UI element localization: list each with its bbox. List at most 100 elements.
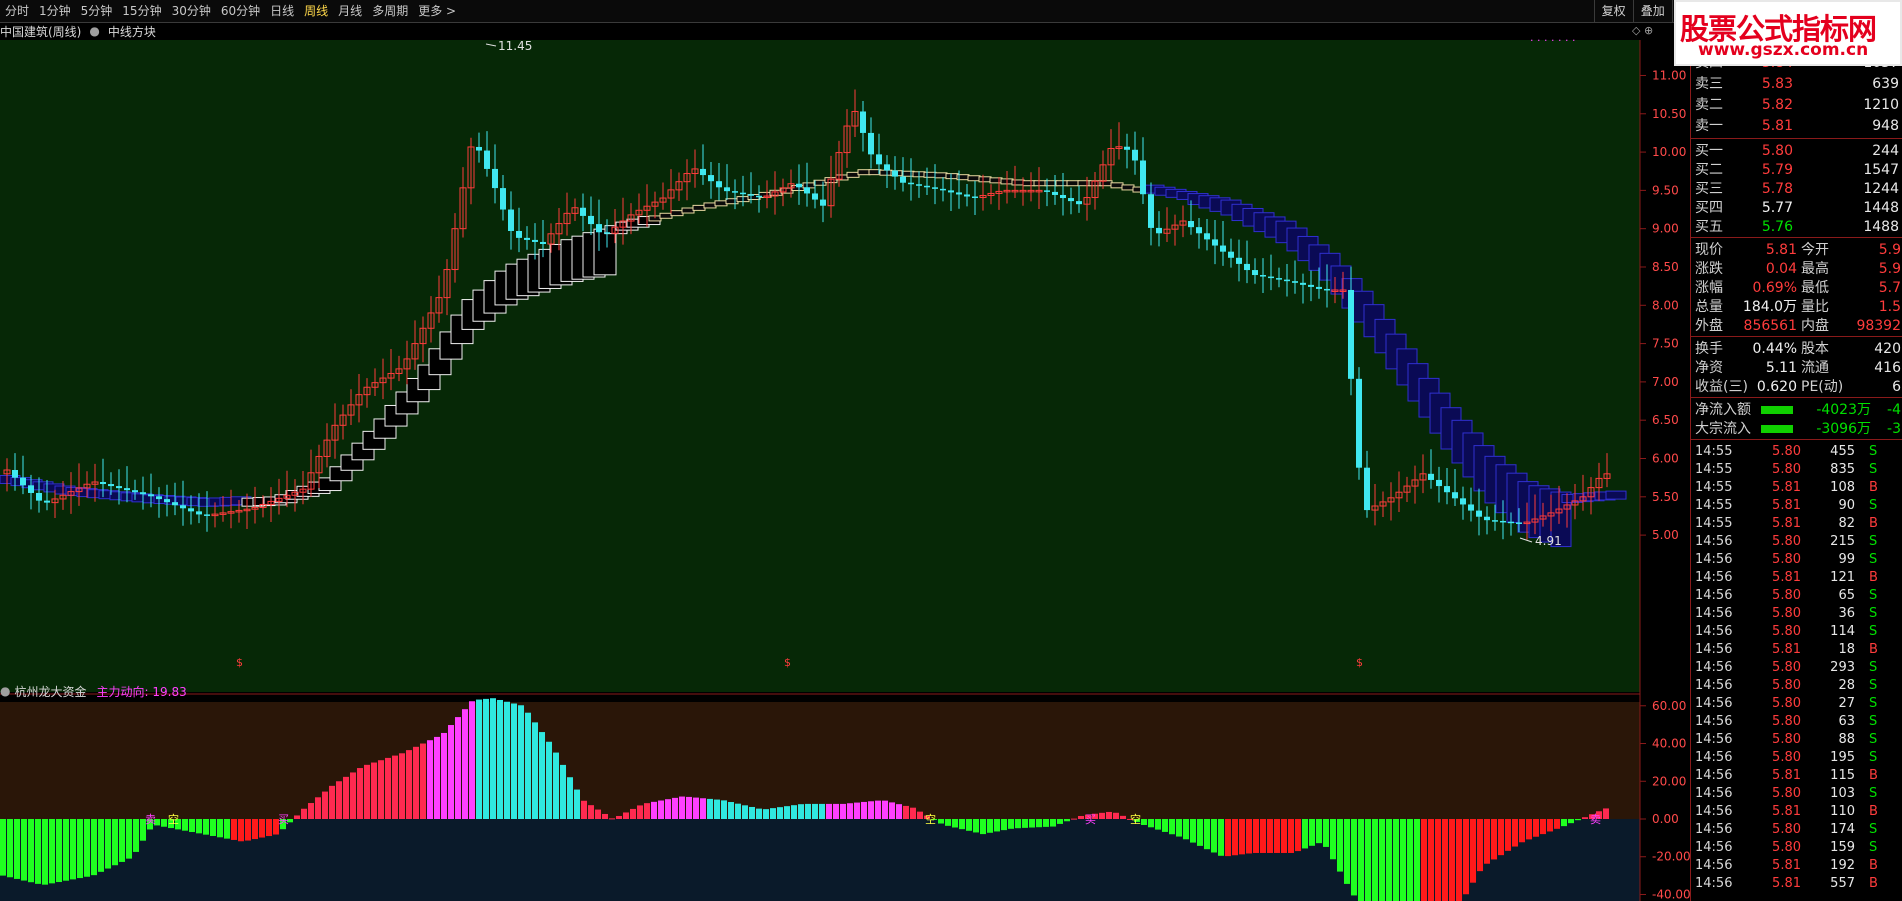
osc-bar — [959, 819, 965, 830]
tick-time: 14:55 — [1695, 462, 1733, 477]
period-tab[interactable]: 1分钟 — [34, 0, 76, 22]
toolbar-button[interactable]: 复权 — [1593, 0, 1633, 22]
logo-url: www.gszx.com.cn — [1698, 40, 1869, 60]
stat-value: 5.9 — [1878, 261, 1901, 277]
period-tab[interactable]: 5分钟 — [76, 0, 118, 22]
tick-time: 14:56 — [1695, 588, 1733, 603]
osc-bar — [651, 801, 657, 819]
tick-price: 5.81 — [1772, 768, 1801, 783]
osc-toggle-icon[interactable]: ● — [0, 684, 10, 698]
osc-bar — [189, 819, 195, 833]
ask-price: 5.83 — [1761, 76, 1793, 92]
candle-body — [1052, 191, 1058, 195]
toolbar-button[interactable]: 叠加 — [1632, 0, 1672, 22]
period-tab[interactable]: 60分钟 — [216, 0, 265, 22]
candle-body — [860, 111, 866, 133]
period-tab[interactable]: 30分钟 — [167, 0, 216, 22]
osc-bar — [1365, 819, 1371, 901]
candle-body — [1284, 279, 1290, 282]
period-tab[interactable]: 周线 — [299, 0, 333, 22]
flow-bar — [1761, 425, 1793, 433]
candle-body — [36, 492, 42, 501]
period-tab[interactable]: 分时 — [0, 0, 34, 22]
ask-row[interactable]: 卖一 5.81 948 — [1691, 117, 1902, 135]
ask-label: 卖三 — [1695, 76, 1723, 92]
candle-body — [796, 183, 802, 188]
osc-bar — [308, 803, 314, 819]
bid-row[interactable]: 买一 5.80 244 — [1691, 142, 1902, 160]
mid-block — [593, 228, 617, 276]
price-tick-label: 8.50 — [1652, 260, 1679, 274]
osc-bar — [805, 803, 811, 819]
tick-volume: 82 — [1838, 516, 1855, 531]
osc-bar — [1204, 819, 1210, 850]
period-tab[interactable]: 日线 — [265, 0, 299, 22]
osc-bar — [1582, 817, 1588, 819]
osc-bar — [1372, 819, 1378, 901]
candle-body — [596, 224, 602, 233]
bid-row[interactable]: 买二 5.79 1547 — [1691, 161, 1902, 179]
tick-direction: S — [1869, 660, 1878, 675]
candle-body — [500, 188, 506, 210]
tick-row: 14:56 5.81 192 B — [1691, 857, 1902, 875]
osc-bar — [203, 819, 209, 835]
ask-row[interactable]: 卖二 5.82 1210 — [1691, 96, 1902, 114]
osc-bar — [854, 802, 860, 819]
quote-panel: 卖四5.841037卖三5.83639卖二5.821210卖一5.81948买一… — [1690, 42, 1902, 901]
osc-bar — [1281, 819, 1287, 853]
osc-bar — [1316, 819, 1322, 844]
osc-bar — [1386, 819, 1392, 901]
candle-body — [156, 496, 162, 500]
osc-bar — [1379, 819, 1385, 901]
candle-body — [12, 469, 18, 478]
stat-row: 收益(三) 0.620 PE(动) 6 — [1691, 378, 1902, 396]
osc-bar — [567, 777, 573, 819]
stat-label: 净资 — [1695, 360, 1723, 376]
tick-time: 14:56 — [1695, 606, 1733, 621]
kline-chart[interactable]: 11.45 4.91 $ $ $ 11.00 10.50 10.00 9.50 9.00 8.50… — [0, 22, 1690, 901]
osc-bar — [490, 698, 496, 819]
bid-row[interactable]: 买五 5.76 1488 — [1691, 218, 1902, 236]
bid-row[interactable]: 买四 5.77 1448 — [1691, 199, 1902, 217]
tick-row: 14:55 5.80 455 S — [1691, 443, 1902, 461]
period-tab[interactable]: 更多 > — [413, 0, 461, 22]
osc-bar — [406, 750, 412, 819]
tick-time: 14:56 — [1695, 876, 1733, 891]
tick-volume: 90 — [1838, 498, 1855, 513]
osc-name[interactable]: 杭州龙大资金 — [14, 683, 86, 700]
period-tab[interactable]: 月线 — [333, 0, 367, 22]
osc-bar — [238, 819, 244, 842]
osc-bar — [1253, 819, 1259, 853]
tick-price: 5.80 — [1772, 552, 1801, 567]
period-tab[interactable]: 15分钟 — [117, 0, 166, 22]
osc-bar — [644, 803, 650, 819]
ask-row[interactable]: 卖三 5.83 639 — [1691, 75, 1902, 93]
osc-bar — [518, 705, 524, 819]
osc-bar — [791, 805, 797, 819]
osc-bar — [1113, 812, 1119, 819]
period-tab[interactable]: 多周期 — [367, 0, 413, 22]
tick-row: 14:56 5.80 195 S — [1691, 749, 1902, 767]
osc-bar — [336, 781, 342, 819]
tick-time: 14:56 — [1695, 624, 1733, 639]
osc-bar — [1561, 819, 1567, 827]
tick-direction: B — [1869, 570, 1878, 585]
candle-body — [1428, 473, 1434, 480]
price-tick-label: 9.50 — [1652, 183, 1679, 197]
candle-body — [1140, 160, 1146, 195]
flow-row: 大宗流入 -3096万 -3 — [1691, 420, 1902, 438]
candle-body — [700, 168, 706, 176]
tick-volume: 115 — [1830, 768, 1855, 783]
bid-price: 5.77 — [1761, 200, 1793, 216]
ask-label: 卖二 — [1695, 97, 1723, 113]
channel-block — [1605, 490, 1627, 500]
candle-body — [972, 196, 978, 199]
price-tick-label: 6.50 — [1652, 413, 1679, 427]
tick-row: 14:56 5.80 27 S — [1691, 695, 1902, 713]
tick-volume: 159 — [1830, 840, 1855, 855]
price-tick-label: 8.00 — [1652, 298, 1679, 312]
osc-bar — [945, 819, 951, 826]
stat-value: 0.69% — [1752, 280, 1797, 296]
bid-row[interactable]: 买三 5.78 1244 — [1691, 180, 1902, 198]
stat-value: 856561 — [1743, 318, 1797, 334]
